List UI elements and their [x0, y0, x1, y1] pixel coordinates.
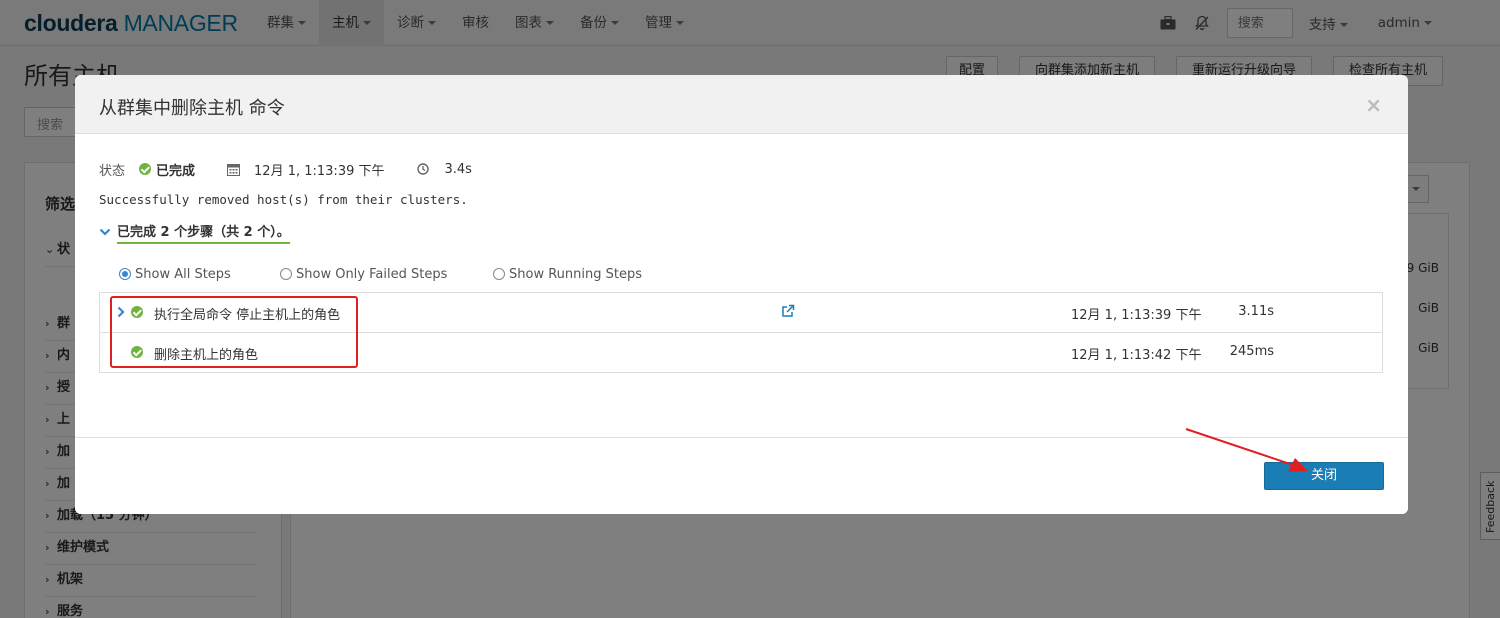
success-check-icon [131, 346, 143, 358]
close-button[interactable]: 关闭 [1264, 462, 1384, 490]
steps-summary-toggle[interactable]: 已完成 2 个步骤（共 2 个）。 [99, 221, 290, 244]
result-message: Successfully removed host(s) from their … [99, 192, 468, 207]
filter-show-all-steps[interactable]: Show All Steps [119, 267, 280, 282]
radio-icon [493, 268, 505, 280]
radio-selected-icon [119, 268, 131, 280]
modal-title: 从群集中删除主机 命令 [99, 98, 285, 119]
step-name: 删除主机上的角色 [154, 348, 259, 363]
close-icon[interactable]: × [1365, 95, 1382, 115]
steps-summary: 已完成 2 个步骤（共 2 个）。 [117, 221, 290, 244]
step-name: 执行全局命令 停止主机上的角色 [154, 308, 341, 323]
remove-hosts-command-modal: 从群集中删除主机 命令 × 状态 已完成 12月 1, 1:13:39 下午 3… [75, 75, 1408, 514]
filter-show-failed-steps[interactable]: Show Only Failed Steps [280, 267, 493, 282]
step-filter-group: Show All Steps Show Only Failed Steps Sh… [119, 265, 642, 283]
status-label: 状态 [99, 163, 126, 179]
table-row[interactable]: 执行全局命令 停止主机上的角色 12月 1, 1:13:39 下午 3.11s [100, 293, 1382, 333]
step-duration: 3.11s [1238, 304, 1274, 319]
table-row[interactable]: 删除主机上的角色 12月 1, 1:13:42 下午 245ms [100, 333, 1382, 373]
modal-footer: 关闭 [75, 437, 1408, 514]
step-duration: 245ms [1229, 344, 1274, 359]
step-timestamp: 12月 1, 1:13:39 下午 [1071, 308, 1202, 323]
step-timestamp: 12月 1, 1:13:42 下午 [1071, 348, 1202, 363]
external-link-icon[interactable] [781, 304, 795, 318]
filter-show-running-steps[interactable]: Show Running Steps [493, 267, 642, 282]
radio-icon [280, 268, 292, 280]
success-check-icon [139, 163, 152, 175]
success-check-icon [131, 306, 143, 318]
chevron-down-icon [99, 228, 111, 236]
status-value: 已完成 [156, 163, 196, 179]
chevron-right-icon[interactable] [117, 306, 125, 318]
steps-table: 执行全局命令 停止主机上的角色 12月 1, 1:13:39 下午 3.11s … [99, 292, 1383, 373]
command-duration: 3.4s [444, 161, 472, 177]
command-status-row: 状态 已完成 12月 1, 1:13:39 下午 3.4s [99, 159, 472, 179]
clock-icon [416, 163, 429, 175]
calendar-icon [227, 163, 241, 176]
command-timestamp: 12月 1, 1:13:39 下午 [254, 163, 385, 179]
modal-header: 从群集中删除主机 命令 × [75, 75, 1408, 134]
